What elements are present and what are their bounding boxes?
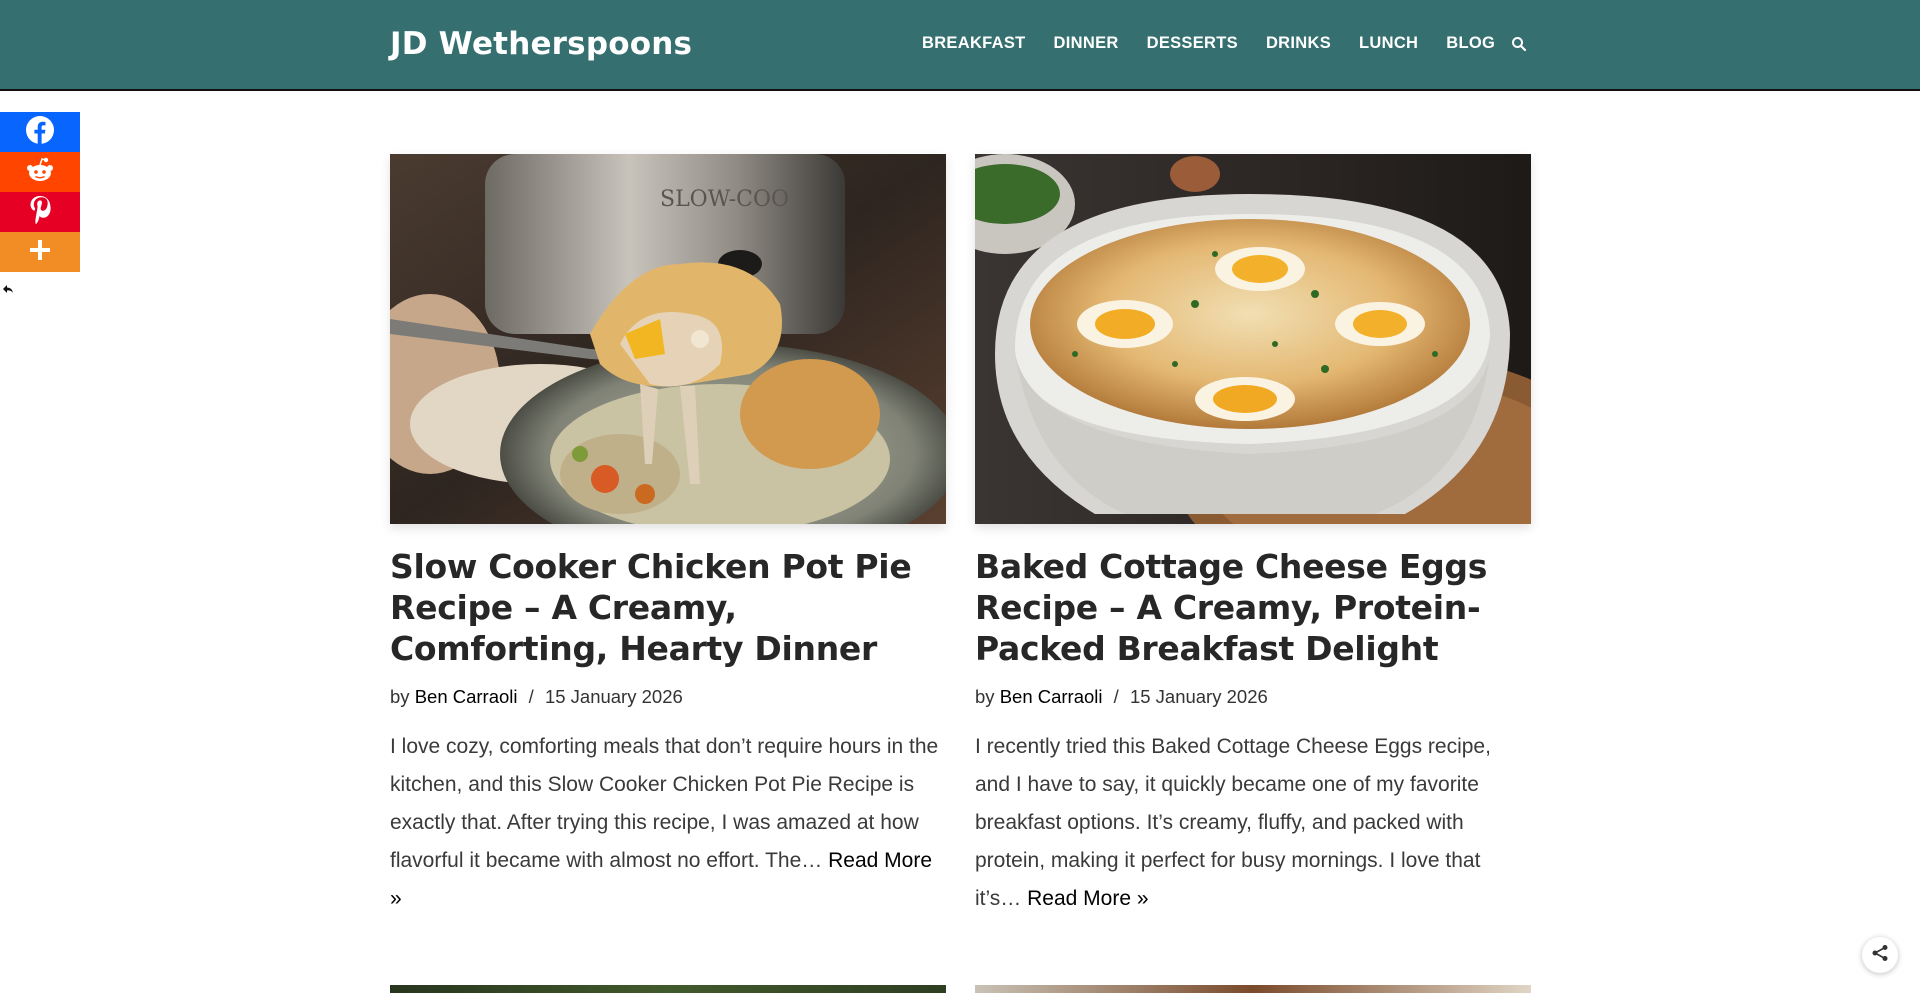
pinterest-icon bbox=[29, 195, 51, 230]
post-card: SLOW-COO Slow Cooker Chicken Pot Pie Rec… bbox=[390, 154, 946, 918]
site-header: JD Wetherspoons BREAKFAST DINNER DESSERT… bbox=[0, 0, 1920, 91]
post-meta: by Ben Carraoli / 15 January 2026 bbox=[975, 686, 1531, 708]
post-meta: by Ben Carraoli / 15 January 2026 bbox=[390, 686, 946, 708]
facebook-share-button[interactable] bbox=[0, 112, 80, 152]
post-thumbnail-cottage-eggs[interactable] bbox=[975, 154, 1531, 524]
nav-drinks[interactable]: DRINKS bbox=[1266, 34, 1331, 53]
reddit-share-button[interactable] bbox=[0, 152, 80, 192]
post-date: 15 January 2026 bbox=[1129, 686, 1268, 707]
meta-by: by bbox=[390, 686, 410, 707]
more-share-button[interactable] bbox=[0, 232, 80, 272]
search-icon[interactable] bbox=[1511, 36, 1527, 52]
nav-breakfast[interactable]: BREAKFAST bbox=[922, 34, 1026, 53]
facebook-icon bbox=[25, 115, 55, 150]
meta-by: by bbox=[975, 686, 995, 707]
post-card: Baked Cottage Cheese Eggs Recipe – A Cre… bbox=[975, 154, 1531, 918]
meta-separator: / bbox=[528, 686, 534, 707]
post-author-link[interactable]: Ben Carraoli bbox=[1000, 686, 1103, 707]
share-sidebar bbox=[0, 112, 80, 293]
site-logo[interactable]: JD Wetherspoons bbox=[390, 26, 692, 62]
post-title[interactable]: Baked Cottage Cheese Eggs Recipe – A Cre… bbox=[975, 546, 1531, 669]
nav-desserts[interactable]: DESSERTS bbox=[1147, 34, 1238, 53]
post-date: 15 January 2026 bbox=[544, 686, 683, 707]
read-more-link[interactable]: Read More » bbox=[1027, 887, 1148, 910]
nav-dinner[interactable]: DINNER bbox=[1054, 34, 1119, 53]
post-thumbnail-next[interactable] bbox=[390, 985, 946, 993]
reddit-icon bbox=[26, 157, 54, 188]
nav-blog[interactable]: BLOG bbox=[1446, 34, 1495, 53]
svg-text:SLOW-COO: SLOW-COO bbox=[660, 187, 789, 212]
pinterest-share-button[interactable] bbox=[0, 192, 80, 232]
post-thumbnail-next[interactable] bbox=[975, 985, 1531, 993]
post-title[interactable]: Slow Cooker Chicken Pot Pie Recipe – A C… bbox=[390, 546, 946, 669]
post-excerpt: I love cozy, comforting meals that don’t… bbox=[390, 728, 946, 918]
meta-separator: / bbox=[1113, 686, 1119, 707]
nav-lunch[interactable]: LUNCH bbox=[1359, 34, 1418, 53]
pot-pie-image: SLOW-COO bbox=[390, 154, 946, 524]
plus-icon bbox=[29, 239, 51, 266]
hide-share-icon[interactable] bbox=[2, 282, 14, 294]
floating-share-button[interactable] bbox=[1862, 937, 1898, 973]
share-icon bbox=[1871, 944, 1889, 967]
post-excerpt: I recently tried this Baked Cottage Chee… bbox=[975, 728, 1531, 918]
main-nav: BREAKFAST DINNER DESSERTS DRINKS LUNCH B… bbox=[922, 34, 1527, 53]
cottage-eggs-image bbox=[975, 154, 1531, 524]
post-author-link[interactable]: Ben Carraoli bbox=[415, 686, 518, 707]
post-excerpt-text: I recently tried this Baked Cottage Chee… bbox=[975, 735, 1491, 910]
post-thumbnail-pot-pie[interactable]: SLOW-COO bbox=[390, 154, 946, 524]
